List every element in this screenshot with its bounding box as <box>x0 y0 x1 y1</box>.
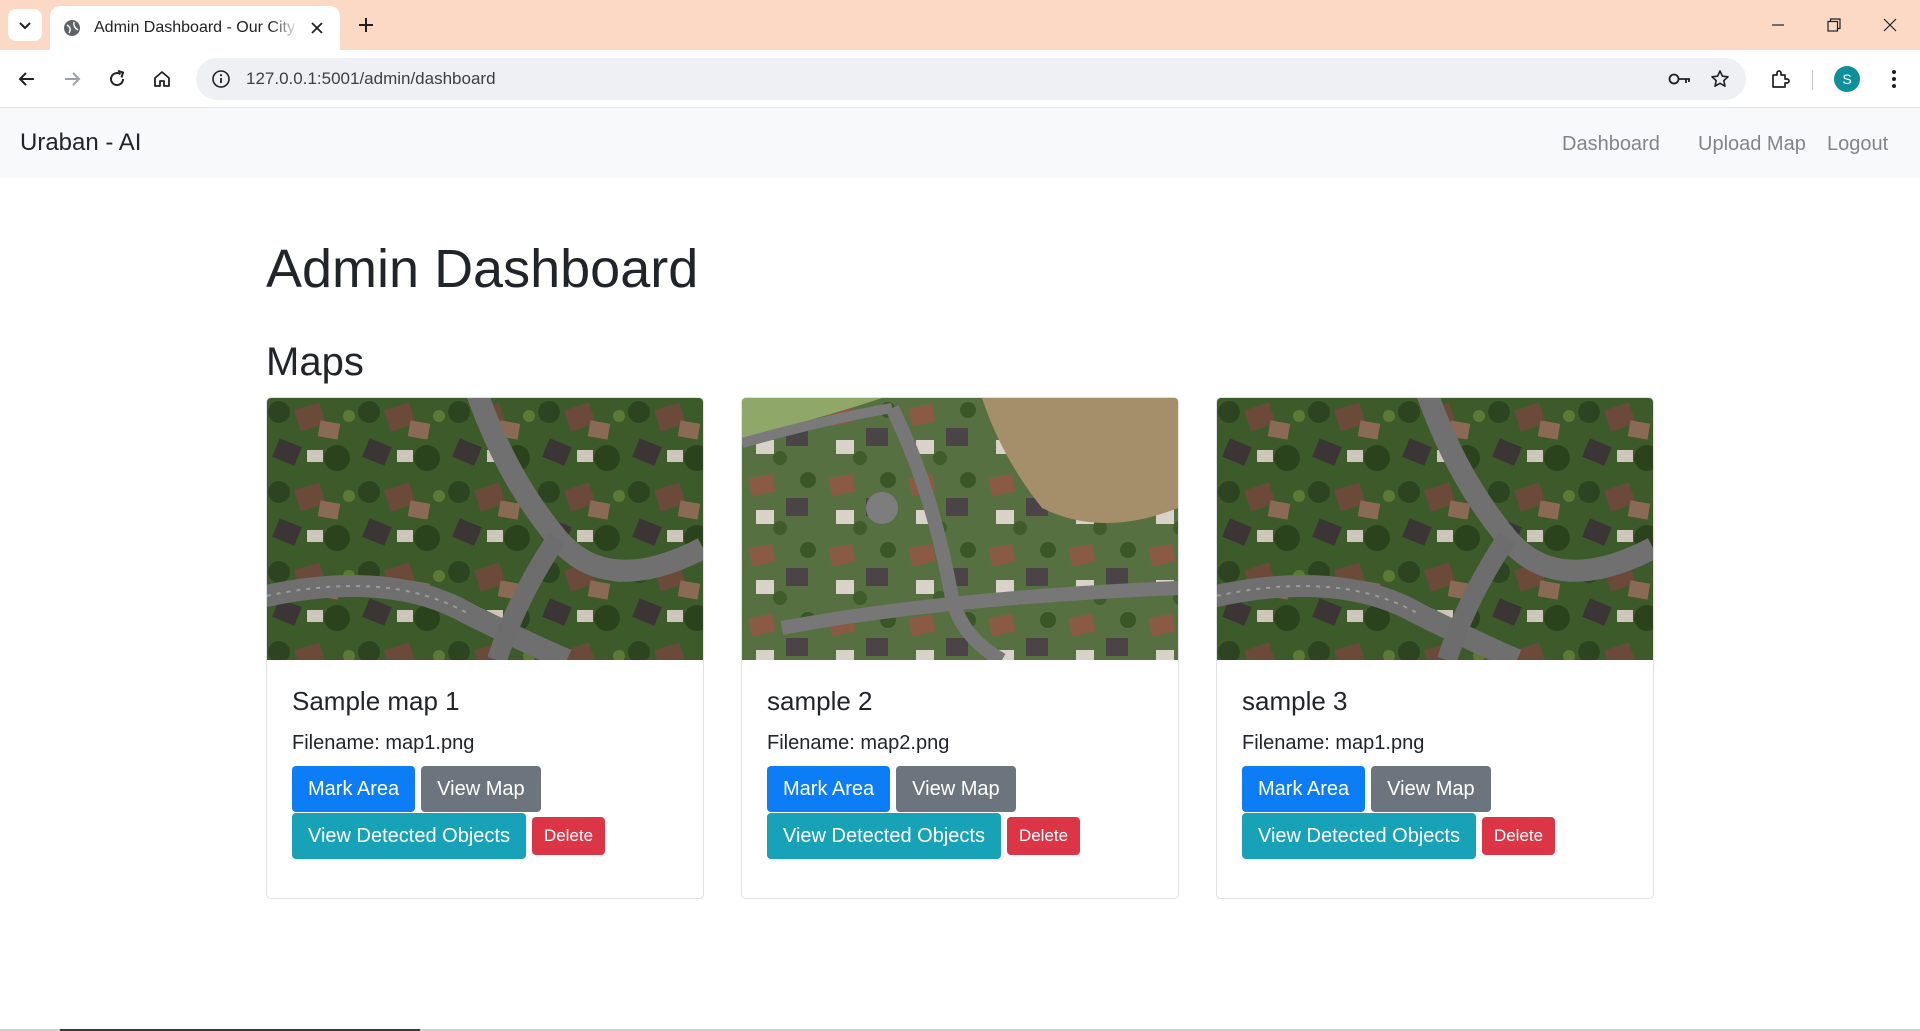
more-vert-icon <box>1892 70 1896 88</box>
new-tab-button[interactable] <box>350 9 382 41</box>
card-title: sample 3 <box>1242 686 1348 716</box>
section-title-maps: Maps <box>266 340 364 384</box>
browser-menu-button[interactable] <box>1876 61 1912 97</box>
close-window-button[interactable] <box>1862 0 1918 50</box>
delete-button[interactable]: Delete <box>1006 817 1081 855</box>
view-map-button[interactable]: View Map <box>1371 766 1491 812</box>
view-detected-objects-button[interactable]: View Detected Objects <box>767 813 1001 859</box>
navbar-brand[interactable]: Uraban - AI <box>20 129 141 157</box>
tab-search-button[interactable] <box>8 9 42 41</box>
star-icon[interactable] <box>1700 59 1740 99</box>
card-filename: Filename: map1.png <box>1242 732 1425 754</box>
map-card: sample 2 Filename: map2.png Mark Area Vi… <box>741 397 1179 899</box>
minimize-icon <box>1772 24 1784 26</box>
view-detected-objects-button[interactable]: View Detected Objects <box>1242 813 1476 859</box>
globe-icon <box>62 18 82 38</box>
mark-area-button[interactable]: Mark Area <box>767 766 891 812</box>
map-thumbnail-image[interactable] <box>267 398 703 660</box>
card-filename: Filename: map2.png <box>767 732 950 754</box>
map-thumbnail-image[interactable] <box>742 398 1178 660</box>
toolbar-divider <box>1812 70 1813 90</box>
info-icon[interactable] <box>200 58 242 100</box>
chevron-down-icon <box>19 22 31 30</box>
address-bar[interactable]: 127.0.0.1:5001/admin/dashboard <box>196 58 1746 100</box>
delete-button[interactable]: Delete <box>531 817 606 855</box>
browser-toolbar: 127.0.0.1:5001/admin/dashboard S <box>0 50 1920 108</box>
mark-area-button[interactable]: Mark Area <box>292 766 416 812</box>
minimize-button[interactable] <box>1750 0 1806 50</box>
home-button[interactable] <box>144 61 180 97</box>
back-button[interactable] <box>9 61 45 97</box>
card-title: sample 2 <box>767 686 873 716</box>
nav-link-upload-map[interactable]: Upload Map <box>1698 133 1806 156</box>
plus-icon <box>359 18 373 32</box>
delete-button[interactable]: Delete <box>1481 817 1556 855</box>
reload-button[interactable] <box>99 61 135 97</box>
browser-tab-strip: Admin Dashboard - Our City Planner <box>0 0 1920 50</box>
url-text[interactable]: 127.0.0.1:5001/admin/dashboard <box>246 69 1660 89</box>
arrow-right-icon <box>65 72 81 86</box>
password-key-icon[interactable] <box>1660 59 1700 99</box>
reload-icon <box>110 70 125 87</box>
close-icon <box>1883 18 1897 32</box>
app-navbar: Uraban - AI Dashboard Upload Map Logout <box>0 108 1920 178</box>
view-map-button[interactable]: View Map <box>896 766 1016 812</box>
home-icon <box>154 71 170 87</box>
view-detected-objects-button[interactable]: View Detected Objects <box>292 813 526 859</box>
map-card: Sample map 1 Filename: map1.png Mark Are… <box>266 397 704 899</box>
puzzle-icon <box>1772 70 1790 88</box>
restore-button[interactable] <box>1806 0 1862 50</box>
close-icon[interactable] <box>306 17 328 39</box>
card-title: Sample map 1 <box>292 686 460 716</box>
nav-link-logout[interactable]: Logout <box>1827 133 1888 156</box>
extensions-button[interactable] <box>1762 61 1798 97</box>
page-title: Admin Dashboard <box>266 239 699 299</box>
browser-tab-active[interactable]: Admin Dashboard - Our City Planner <box>50 6 340 50</box>
nav-link-dashboard[interactable]: Dashboard <box>1562 133 1660 156</box>
map-card: sample 3 Filename: map1.png Mark Area Vi… <box>1216 397 1654 899</box>
profile-avatar[interactable]: S <box>1834 66 1860 92</box>
mark-area-button[interactable]: Mark Area <box>1242 766 1366 812</box>
restore-icon <box>1827 18 1841 32</box>
forward-button[interactable] <box>54 61 90 97</box>
view-map-button[interactable]: View Map <box>421 766 541 812</box>
map-thumbnail-image[interactable] <box>1217 398 1653 660</box>
card-filename: Filename: map1.png <box>292 732 475 754</box>
arrow-left-icon <box>18 72 34 86</box>
tab-title: Admin Dashboard - Our City Planner <box>94 19 300 36</box>
